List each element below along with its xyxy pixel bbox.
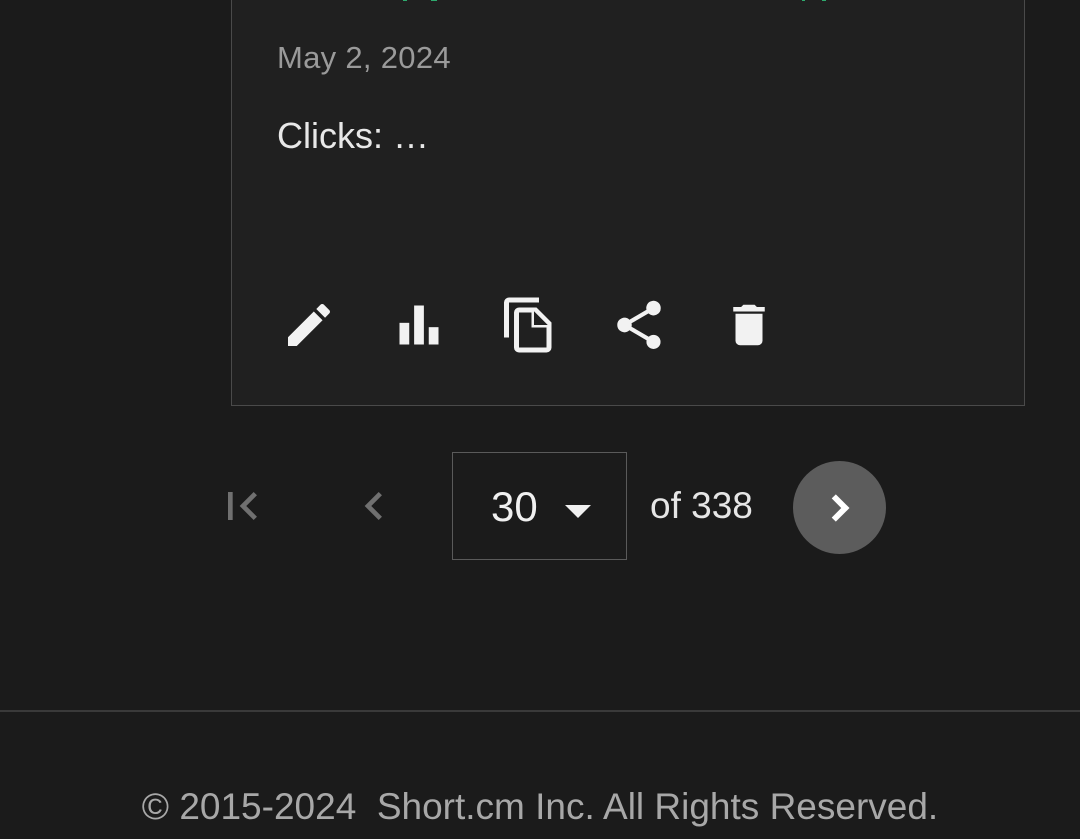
link-card: May 2, 2024 Clicks: … xyxy=(231,0,1025,406)
duplicate-link-button[interactable] xyxy=(497,293,561,357)
footer-divider xyxy=(0,710,1080,712)
chevron-left-icon xyxy=(364,492,382,520)
chevron-right-icon xyxy=(831,493,850,522)
trash-icon xyxy=(733,304,765,346)
bar-chart-icon xyxy=(399,305,439,345)
pagination: 30 of 338 xyxy=(0,452,1080,562)
first-page-button[interactable] xyxy=(210,474,274,538)
link-clicks-count: Clicks: … xyxy=(277,115,429,156)
link-stats-button[interactable] xyxy=(387,293,451,357)
link-text-fragment xyxy=(431,0,437,1)
link-created-date: May 2, 2024 xyxy=(277,40,451,75)
edit-link-button[interactable] xyxy=(277,293,341,357)
link-text-fragment xyxy=(403,0,407,1)
share-link-button[interactable] xyxy=(607,293,671,357)
share-icon xyxy=(617,300,661,349)
link-text-fragment xyxy=(802,0,805,1)
pencil-icon xyxy=(288,303,331,346)
footer-copyright: © 2015-2024 Short.cm Inc. All Rights Res… xyxy=(141,786,939,827)
current-page-number: 30 xyxy=(491,483,538,530)
next-page-button[interactable] xyxy=(793,461,886,554)
link-text-fragment xyxy=(822,0,826,1)
caret-down-icon xyxy=(565,505,591,518)
copy-icon xyxy=(504,297,552,353)
delete-link-button[interactable] xyxy=(717,293,781,357)
previous-page-button[interactable] xyxy=(342,474,406,538)
page: May 2, 2024 Clicks: … 30 of 338 © 2015-2… xyxy=(0,0,1080,839)
short-link-url-cut-off[interactable] xyxy=(277,0,857,4)
first-page-icon xyxy=(228,492,257,520)
page-number-select[interactable]: 30 xyxy=(452,452,627,560)
total-pages-label: of 338 xyxy=(650,485,753,526)
